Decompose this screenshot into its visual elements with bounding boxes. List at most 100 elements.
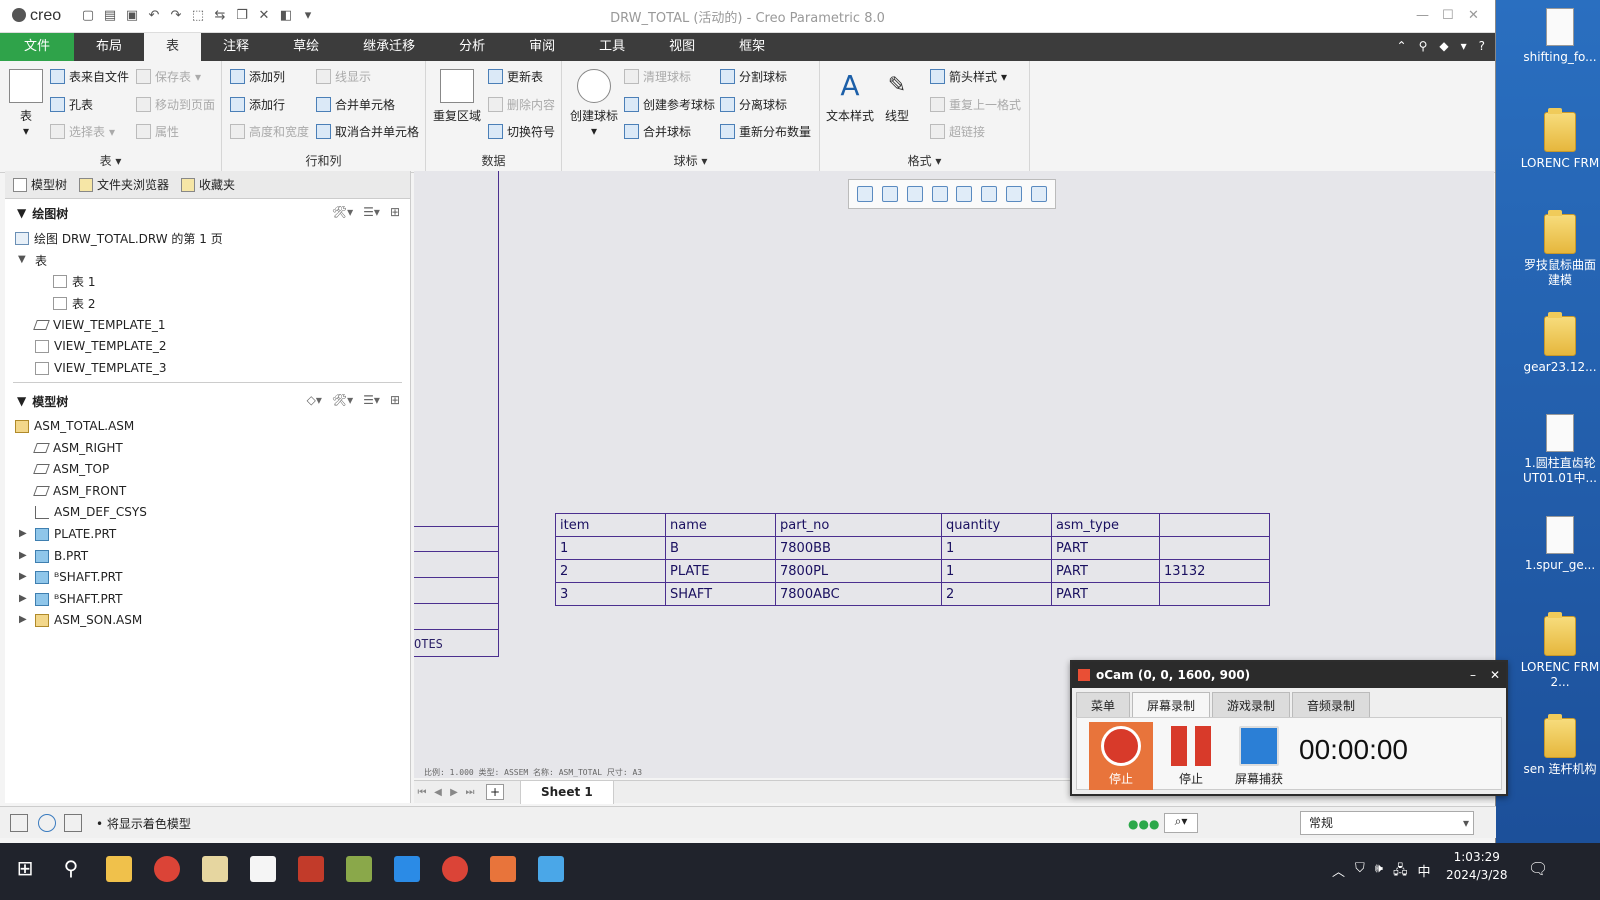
tab-analysis[interactable]: 分析 — [437, 33, 507, 61]
create-ref-balloon-button[interactable]: 创建参考球标 — [624, 96, 715, 113]
notepad-icon[interactable] — [202, 856, 228, 882]
unmerge-cells-button[interactable]: 取消合并单元格 — [316, 123, 419, 140]
tab-menu[interactable]: 菜单 — [1076, 692, 1131, 718]
redo-icon[interactable]: ↷ — [168, 8, 184, 24]
app-icon[interactable] — [346, 856, 372, 882]
settings-icon[interactable]: 🛠▾ — [332, 393, 353, 407]
windows-start-icon[interactable]: ⊞ — [12, 856, 38, 882]
pause-button[interactable]: 停止 — [1159, 722, 1223, 787]
tree-item-asm-front[interactable]: ASM_FRONT — [33, 481, 126, 501]
display-style-icon[interactable] — [956, 186, 973, 202]
group-label-balloon[interactable]: 球标 ▾ — [562, 152, 819, 169]
table-cell[interactable]: B — [665, 536, 776, 560]
model-tree-header[interactable]: ▼ 模型树 ◇▾ 🛠▾ ☰▾ ⊞ — [5, 390, 410, 412]
new-file-icon[interactable]: ▢ — [80, 8, 96, 24]
tab-favorites[interactable]: 收藏夹 — [181, 176, 235, 193]
named-view-icon[interactable] — [1005, 186, 1022, 202]
properties-button[interactable]: 属性 — [136, 123, 179, 140]
line-style-button[interactable]: ✎ 线型 — [880, 69, 914, 124]
minimize-icon[interactable]: – — [1470, 662, 1476, 688]
previous-sheet-icon[interactable]: ◀ — [430, 787, 446, 798]
chevron-right-icon[interactable]: ▶ — [19, 528, 27, 539]
header-cell[interactable]: name — [665, 513, 776, 537]
help-icon[interactable]: ? — [1479, 39, 1485, 53]
add-row-button[interactable]: 添加行 — [230, 96, 285, 113]
repeat-last-format-button[interactable]: 重复上一格式 — [930, 96, 1021, 113]
table-cell[interactable]: 2 — [941, 582, 1052, 606]
filter-icon[interactable]: ⊞ — [390, 205, 400, 219]
tree-item-shaft-2[interactable]: ᴮSHAFT.PRT — [35, 589, 122, 609]
app-icon[interactable] — [250, 856, 276, 882]
stop-record-button[interactable]: 停止 — [1089, 722, 1153, 790]
tab-annotate[interactable]: 注释 — [201, 33, 271, 61]
tree-item-asm-total[interactable]: ASM_TOTAL.ASM — [15, 416, 134, 436]
chevron-right-icon[interactable]: ▶ — [19, 614, 27, 625]
table-cell[interactable]: PART — [1051, 582, 1160, 606]
tab-tools[interactable]: 工具 — [577, 33, 647, 61]
chevron-right-icon[interactable]: ▶ — [19, 571, 27, 582]
next-sheet-icon[interactable]: ▶ — [446, 787, 462, 798]
volume-icon[interactable]: 🕪 — [1375, 861, 1383, 883]
notification-icon[interactable]: 🗨 — [1528, 859, 1548, 878]
header-cell[interactable] — [1159, 513, 1270, 537]
add-column-button[interactable]: 添加列 — [230, 68, 285, 85]
display-style-icon[interactable]: ◧ — [278, 8, 294, 24]
tree-item-table-2[interactable]: 表 2 — [53, 293, 95, 313]
search-icon[interactable]: ⚲ — [58, 856, 84, 882]
tab-audio-record[interactable]: 音频录制 — [1292, 692, 1371, 718]
customize-dropdown-icon[interactable]: ▾ — [300, 8, 316, 24]
merge-cells-button[interactable]: 合并单元格 — [316, 96, 395, 113]
select-box-icon[interactable]: ⬚ — [190, 8, 206, 24]
line-display-button[interactable]: 线显示 — [316, 68, 371, 85]
browser-toggle-icon[interactable] — [38, 814, 56, 832]
table-button[interactable]: 表 ▾ — [8, 69, 44, 138]
chevron-right-icon[interactable]: ▶ — [19, 550, 27, 561]
fullscreen-icon[interactable] — [64, 814, 82, 832]
tree-item-plate[interactable]: PLATE.PRT — [35, 524, 116, 544]
table-from-file-button[interactable]: 表来自文件 — [50, 68, 129, 85]
header-cell[interactable]: item — [555, 513, 666, 537]
tree-item-tables[interactable]: 表 — [35, 250, 47, 270]
group-label-format[interactable]: 格式 ▾ — [820, 152, 1029, 169]
table-cell[interactable]: 7800ABC — [775, 582, 942, 606]
save-table-button[interactable]: 保存表 ▾ — [136, 68, 201, 85]
repeat-region-button[interactable]: 重复区域 — [430, 69, 484, 124]
merge-balloons-button[interactable]: 合并球标 — [624, 123, 691, 140]
tab-sketch[interactable]: 草绘 — [271, 33, 341, 61]
tree-item-sheet[interactable]: 绘图 DRW_TOTAL.DRW 的第 1 页 — [15, 228, 223, 248]
table-cell[interactable]: PART — [1051, 536, 1160, 560]
create-balloon-button[interactable]: 创建球标 ▾ — [566, 69, 622, 138]
chrome-icon[interactable] — [154, 856, 180, 882]
height-width-button[interactable]: 高度和宽度 — [230, 123, 309, 140]
navigator-toggle-icon[interactable] — [10, 814, 28, 832]
table-cell[interactable]: 3 — [555, 582, 666, 606]
zoom-in-icon[interactable] — [882, 186, 899, 202]
table-cell[interactable]: PART — [1051, 559, 1160, 583]
screen-capture-button[interactable]: 屏幕捕获 — [1227, 722, 1291, 787]
tree-item-table-1[interactable]: 表 1 — [53, 271, 95, 291]
tab-file[interactable]: 文件 — [0, 33, 75, 61]
tree-item-view-template-3[interactable]: VIEW_TEMPLATE_3 — [35, 358, 166, 378]
tree-item-shaft-1[interactable]: ᴮSHAFT.PRT — [35, 567, 122, 587]
sheet-tab[interactable]: Sheet 1 — [520, 780, 614, 804]
table-cell[interactable]: 1 — [941, 536, 1052, 560]
file-explorer-icon[interactable] — [106, 856, 132, 882]
tab-layout[interactable]: 布局 — [74, 33, 144, 61]
tree-item-asm-def-csys[interactable]: ASM_DEF_CSYS — [35, 502, 147, 522]
header-cell[interactable]: quantity — [941, 513, 1052, 537]
tree-item-b[interactable]: B.PRT — [35, 546, 88, 566]
desktop-icon-folder[interactable]: LORENC FRM — [1520, 108, 1600, 171]
desktop-icon-folder[interactable]: 罗技鼠标曲面建模 — [1520, 210, 1600, 288]
minimize-icon[interactable]: — — [1416, 8, 1429, 23]
table-cell[interactable]: 7800BB — [775, 536, 942, 560]
find-icon[interactable]: ⌕▾ — [1164, 813, 1198, 833]
app-icon[interactable] — [298, 856, 324, 882]
drawing-tree-header[interactable]: ▼ 绘图树 🛠▾ ☰▾ ⊞ — [5, 202, 410, 224]
tree-item-asm-son[interactable]: ASM_SON.ASM — [35, 610, 142, 630]
creo-taskbar-icon[interactable] — [538, 856, 564, 882]
datum-display-icon[interactable] — [1030, 186, 1047, 202]
header-cell[interactable]: part_no — [775, 513, 942, 537]
delete-content-button[interactable]: 删除内容 — [488, 96, 555, 113]
refit-icon[interactable] — [857, 186, 874, 202]
saved-views-icon[interactable] — [981, 186, 998, 202]
